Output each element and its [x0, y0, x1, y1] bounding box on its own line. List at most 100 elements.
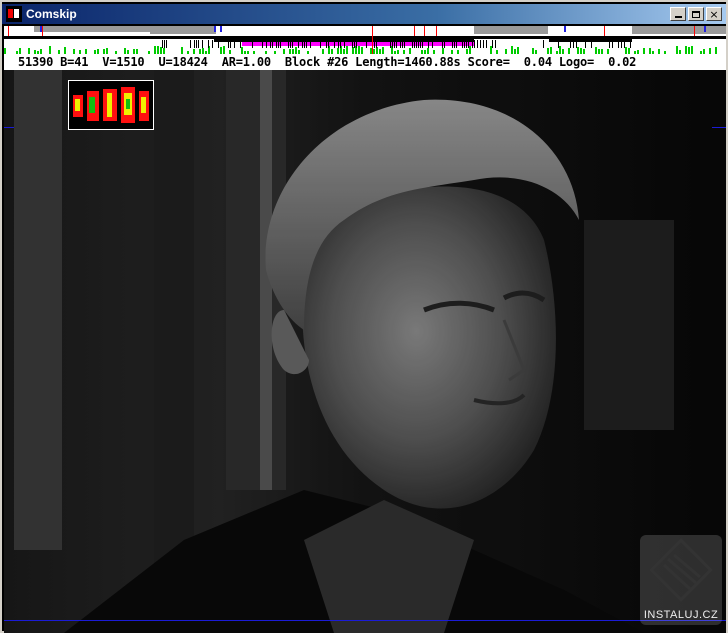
timeline-green-mark	[241, 47, 243, 54]
timeline-green-mark	[688, 47, 690, 54]
timeline-tick	[288, 40, 289, 48]
maximize-icon	[692, 10, 700, 18]
timeline-tick	[474, 40, 475, 48]
video-shade	[4, 70, 726, 633]
timeline-tick	[208, 40, 209, 48]
timeline-tick	[392, 40, 393, 48]
timeline-tick	[432, 40, 433, 48]
timeline-tick	[304, 40, 305, 48]
timeline-tick	[302, 40, 303, 48]
timeline-tick	[483, 40, 484, 48]
timeline-tick	[418, 40, 419, 48]
timeline-tick	[240, 40, 241, 48]
timeline-tick	[162, 40, 163, 48]
timeline-blue-marker-3	[564, 26, 566, 32]
timeline-cursor	[372, 26, 373, 54]
timeline-tick	[477, 40, 478, 48]
timeline-tick	[591, 40, 592, 48]
timeline-tick	[166, 40, 167, 48]
timeline-tick	[416, 40, 417, 48]
timeline-tick	[486, 40, 487, 48]
title-bar[interactable]: Comskip ×	[2, 4, 726, 24]
frame-border-top-right	[712, 127, 726, 128]
close-icon: ×	[709, 7, 719, 21]
timeline-tick	[573, 40, 574, 48]
timeline-tick	[543, 40, 544, 48]
commercial-timeline[interactable]	[4, 26, 726, 54]
timeline-tick	[630, 40, 631, 48]
timeline-tick	[334, 40, 335, 48]
timeline-green-mark	[49, 46, 51, 54]
timeline-block-3	[632, 26, 726, 34]
timeline-tick	[444, 40, 445, 48]
close-button[interactable]: ×	[706, 7, 722, 21]
timeline-tick	[338, 40, 339, 48]
timeline-tick	[292, 40, 293, 48]
timeline-green-mark	[352, 47, 354, 54]
timeline-tick	[374, 40, 375, 48]
timeline-tick	[228, 40, 229, 48]
maximize-button[interactable]	[688, 7, 704, 21]
timeline-tick	[276, 40, 277, 48]
timeline-tick	[428, 40, 429, 48]
timeline-tick	[290, 40, 291, 48]
logo-detection-box	[68, 80, 154, 130]
frame-border-top-left	[4, 127, 14, 128]
timeline-graph[interactable]	[4, 26, 726, 54]
minimize-button[interactable]	[670, 7, 686, 21]
timeline-tick	[280, 40, 281, 48]
timeline-tick	[212, 40, 213, 48]
timeline-tick	[356, 40, 357, 48]
instaluj-watermark: INSTALUJ.CZ	[640, 535, 722, 625]
timeline-tick	[326, 40, 327, 48]
timeline-tick	[396, 40, 397, 48]
timeline-tick	[352, 40, 353, 48]
timeline-tick	[609, 40, 610, 48]
timeline-tick	[422, 40, 423, 48]
timeline-tick	[472, 40, 473, 48]
timeline-green-mark	[511, 46, 513, 54]
timeline-green-mark	[154, 46, 156, 54]
timeline-tick	[340, 40, 341, 48]
watermark-label: INSTALUJ.CZ	[643, 609, 719, 621]
timeline-blue-marker-2	[220, 26, 222, 32]
timeline-tick	[270, 40, 271, 48]
comskip-app-icon[interactable]	[6, 6, 22, 22]
timeline-green-mark	[517, 47, 519, 54]
timeline-green-mark	[685, 46, 687, 54]
timeline-green-mark	[715, 47, 717, 54]
timeline-tick	[400, 40, 401, 48]
timeline-tick	[230, 40, 231, 48]
timeline-tick	[585, 40, 586, 48]
timeline-tick	[480, 40, 481, 48]
timeline-tick	[492, 40, 493, 48]
timeline-green-mark	[220, 47, 222, 54]
timeline-green-mark	[64, 47, 66, 54]
timeline-tick	[194, 40, 195, 48]
timeline-red-marker-1	[42, 26, 43, 36]
timeline-block-2	[474, 26, 548, 34]
timeline-green-mark	[559, 46, 561, 54]
timeline-tick	[310, 40, 311, 48]
timeline-tick	[558, 40, 559, 48]
timeline-green-mark	[358, 46, 360, 54]
timeline-tick	[414, 40, 415, 48]
timeline-blue-marker-1	[214, 26, 216, 32]
timeline-tick	[462, 40, 463, 48]
timeline-red-marker-4	[424, 26, 425, 36]
status-line: 51390 B=41 V=1510 U=18424 AR=1.00 Block …	[4, 54, 726, 70]
timeline-tick	[456, 40, 457, 48]
timeline-green-mark	[181, 47, 183, 54]
timeline-tick	[344, 40, 345, 48]
logo-mask-icon	[73, 87, 149, 123]
timeline-tick	[266, 40, 267, 48]
timeline-tick	[196, 40, 197, 48]
timeline-tick	[612, 40, 613, 48]
timeline-tick	[618, 40, 619, 48]
timeline-tick	[466, 40, 467, 48]
timeline-tick	[234, 40, 235, 48]
video-frame[interactable]: INSTALUJ.CZ	[4, 70, 726, 633]
frame-border-bottom	[4, 620, 726, 621]
timeline-tick	[190, 40, 191, 48]
timeline-green-mark	[157, 46, 159, 54]
